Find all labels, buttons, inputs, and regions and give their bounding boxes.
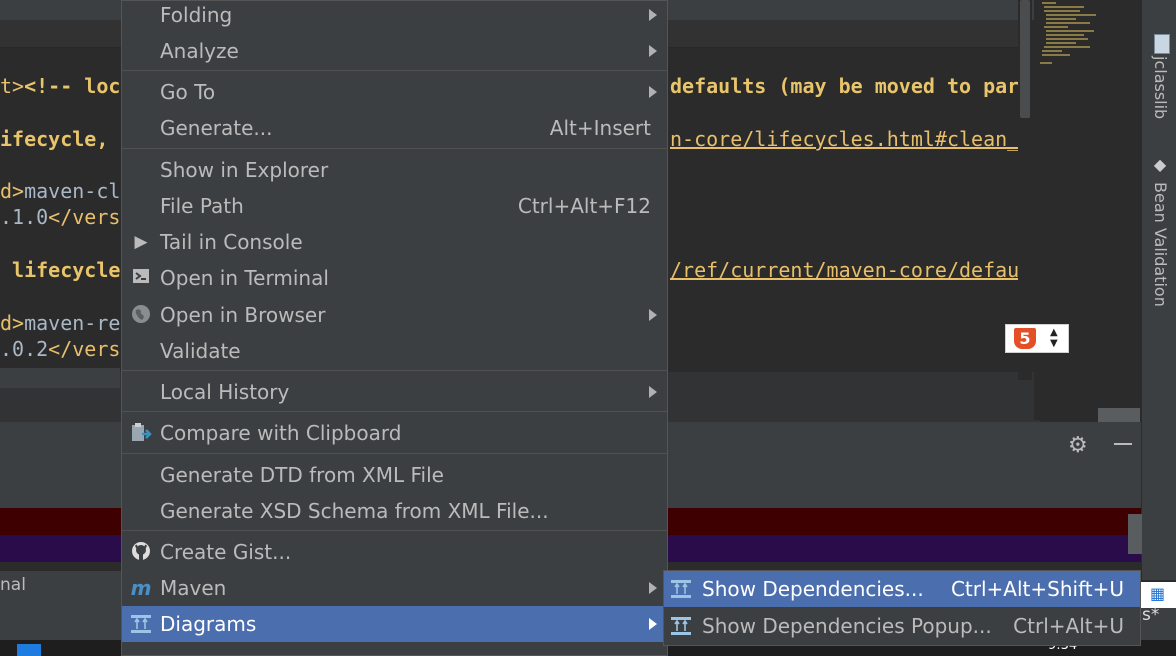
menu-item-file-path[interactable]: File Path Ctrl+Alt+F12 — [122, 188, 667, 224]
menu-item-label: Compare with Clipboard — [160, 421, 402, 445]
submenu-arrow-icon — [649, 86, 657, 98]
submenu-item-label: Show Dependencies... — [702, 577, 924, 601]
menu-item-create-gist[interactable]: Create Gist... — [122, 534, 667, 570]
clipboard-compare-icon — [130, 422, 152, 444]
bean-validation-icon: ◆ — [1153, 155, 1167, 174]
menu-item-label: Create Gist... — [160, 540, 292, 564]
github-icon — [130, 541, 152, 563]
code-line-1: t><!-- loc — [0, 74, 121, 98]
menu-separator — [122, 70, 667, 71]
submenu-item-show-dependencies-popup[interactable]: Show Dependencies Popup... Ctrl+Alt+U — [664, 608, 1140, 644]
menu-item-label: Show in Explorer — [160, 158, 329, 182]
menu-item-label: Open in Terminal — [160, 266, 329, 290]
menu-item-open-in-terminal[interactable]: Open in Terminal — [122, 260, 667, 296]
diagram-icon — [670, 615, 692, 637]
code-link-lifecycles[interactable]: n-core/lifecycles.html#clean_Li — [670, 127, 1032, 151]
submenu-item-shortcut: Ctrl+Alt+Shift+U — [950, 577, 1124, 601]
editor-horizontal-scrollbar[interactable] — [0, 368, 120, 388]
terminal-tab-label[interactable]: nal — [0, 575, 26, 595]
minimize-icon[interactable] — [1114, 443, 1132, 445]
menu-item-open-in-browser[interactable]: Open in Browser — [122, 297, 667, 333]
menu-separator — [122, 411, 667, 412]
html5-language-switcher[interactable]: 5 ▲ ▼ — [1005, 324, 1069, 353]
menu-item-generate-dtd[interactable]: Generate DTD from XML File — [122, 457, 667, 493]
play-icon: ▶ — [134, 232, 148, 252]
menu-item-local-history[interactable]: Local History — [122, 374, 667, 410]
submenu-item-shortcut: Ctrl+Alt+U — [1013, 614, 1124, 638]
editor-scroll-thumb[interactable] — [1020, 0, 1030, 118]
diagram-icon — [670, 578, 692, 600]
menu-item-analyze[interactable]: Analyze — [122, 33, 667, 69]
menu-separator — [122, 148, 667, 149]
tool-tab-jclasslib[interactable]: jclasslib — [1151, 56, 1170, 119]
menu-item-label: Tail in Console — [160, 230, 303, 254]
menu-item-label: Folding — [160, 3, 233, 27]
menu-item-label: Open in Browser — [160, 303, 326, 327]
menu-item-label: File Path — [160, 194, 244, 218]
code-line-2: ifecycle, — [0, 127, 109, 151]
grid-icon: ▦ — [1150, 584, 1166, 603]
maven-icon: m — [130, 576, 152, 600]
code-comment-right: defaults (may be moved to paren — [670, 74, 1032, 98]
terminal-icon — [130, 267, 152, 289]
menu-item-label: Validate — [160, 339, 241, 363]
menu-item-show-in-explorer[interactable]: Show in Explorer — [122, 152, 667, 188]
menu-item-label: Local History — [160, 380, 290, 404]
menu-item-go-to[interactable]: Go To — [122, 74, 667, 110]
submenu-arrow-icon — [649, 9, 657, 21]
menu-separator — [122, 530, 667, 531]
taskbar-app-icon[interactable] — [17, 644, 41, 656]
submenu-arrow-icon — [649, 618, 657, 630]
menu-item-folding[interactable]: Folding — [122, 0, 667, 33]
right-tool-strip: jclasslib ◆ Bean Validation — [1141, 0, 1176, 580]
menu-item-shortcut: Alt+Insert — [549, 116, 651, 140]
minimap-scroll-thumb[interactable] — [1098, 408, 1140, 422]
code-minimap[interactable] — [1034, 0, 1096, 420]
globe-icon — [130, 304, 152, 326]
modified-tab-label: s* — [1142, 605, 1160, 625]
menu-item-label: Diagrams — [160, 612, 257, 636]
tool-tab-bean-validation[interactable]: Bean Validation — [1151, 182, 1170, 307]
code-line-7: .0.2</vers — [0, 337, 121, 361]
menu-item-shortcut: Ctrl+Alt+F12 — [517, 194, 651, 218]
menu-item-compare-with-clipboard[interactable]: Compare with Clipboard — [122, 415, 667, 451]
diagram-icon — [130, 613, 152, 635]
menu-item-label: Generate XSD Schema from XML File... — [160, 499, 549, 523]
menu-item-label: Analyze — [160, 39, 239, 63]
code-line-5: lifecycle — [0, 258, 121, 282]
context-menu: Folding Analyze Go To Generate... Alt+In… — [121, 0, 668, 656]
html5-icon: 5 — [1014, 328, 1036, 349]
tool-window-scrollbar[interactable] — [1128, 514, 1142, 554]
menu-item-label: Maven — [160, 576, 227, 600]
code-link-default[interactable]: /ref/current/maven-core/default — [670, 258, 1032, 282]
jclasslib-icon — [1154, 34, 1170, 54]
submenu-arrow-icon — [649, 386, 657, 398]
menu-item-generate-xsd[interactable]: Generate XSD Schema from XML File... — [122, 493, 667, 529]
menu-separator — [122, 370, 667, 371]
code-line-4: .1.0</vers — [0, 205, 121, 229]
submenu-arrow-icon — [649, 45, 657, 57]
menu-item-maven[interactable]: m Maven — [122, 570, 667, 606]
diagrams-submenu: Show Dependencies... Ctrl+Alt+Shift+U Sh… — [663, 570, 1141, 646]
submenu-item-label: Show Dependencies Popup... — [702, 614, 992, 638]
menu-item-label: Go To — [160, 80, 216, 104]
submenu-item-show-dependencies[interactable]: Show Dependencies... Ctrl+Alt+Shift+U — [664, 571, 1140, 607]
code-line-3: d>maven-cl — [0, 179, 121, 203]
menu-item-generate[interactable]: Generate... Alt+Insert — [122, 110, 667, 146]
submenu-arrow-icon — [649, 309, 657, 321]
menu-item-tail-in-console[interactable]: ▶ Tail in Console — [122, 224, 667, 260]
gear-icon[interactable]: ⚙ — [1068, 433, 1088, 458]
code-line-6: d>maven-re — [0, 311, 121, 335]
menu-item-label: Generate DTD from XML File — [160, 463, 444, 487]
menu-item-validate[interactable]: Validate — [122, 333, 667, 369]
menu-item-label: Generate... — [160, 116, 273, 140]
submenu-arrow-icon — [649, 582, 657, 594]
menu-separator — [122, 453, 667, 454]
menu-item-diagrams[interactable]: Diagrams — [122, 606, 667, 642]
updown-arrows-icon: ▲ ▼ — [1050, 327, 1058, 349]
